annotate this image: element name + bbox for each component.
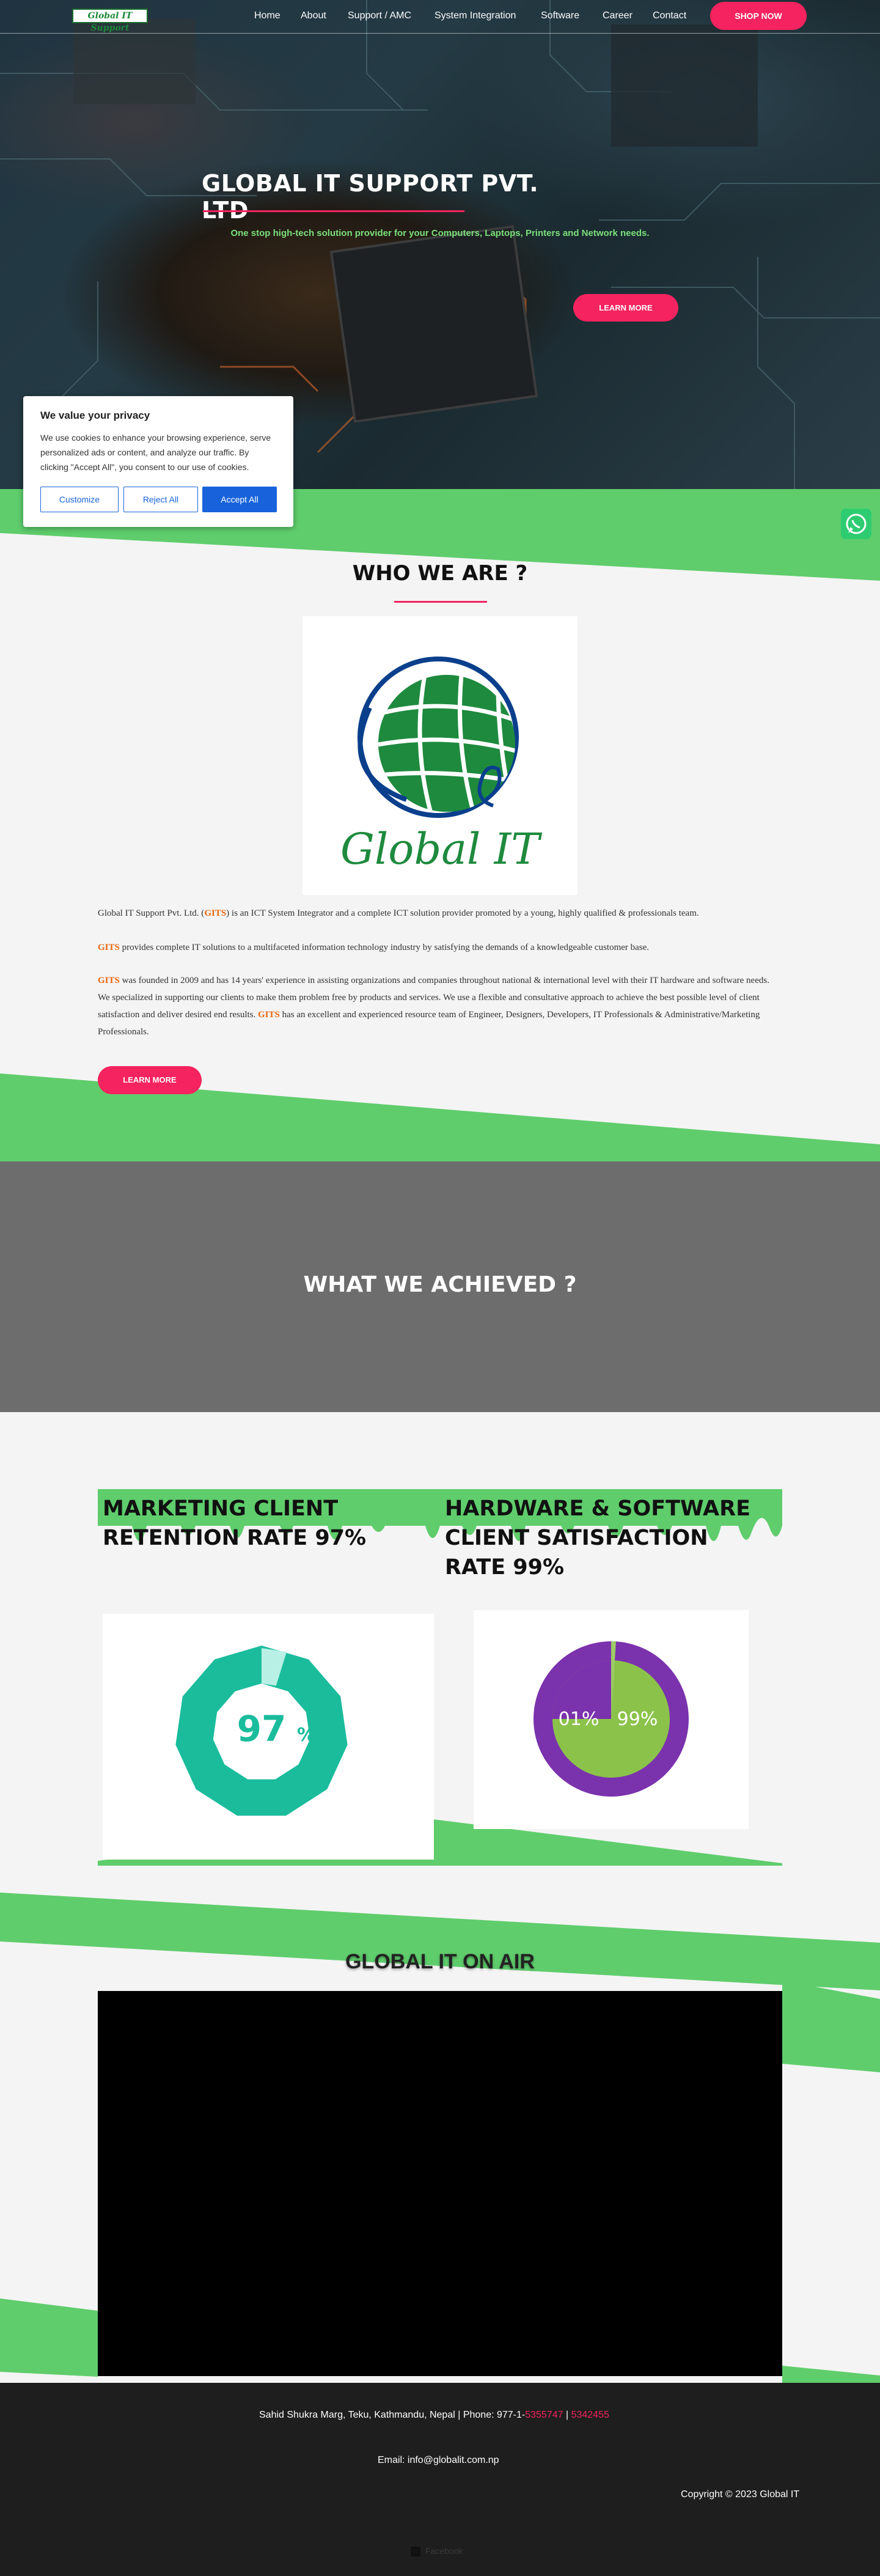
hero-learn-more-button[interactable]: LEARN MORE [573, 294, 678, 322]
footer-copyright: Copyright © 2023 Global IT [681, 2489, 800, 2500]
para2-text: provides complete IT solutions to a mult… [119, 943, 650, 952]
footer-facebook-link[interactable]: Facebook [425, 2546, 463, 2556]
who-underline [394, 601, 487, 603]
stat1-gauge: 97 % [175, 1646, 348, 1816]
stat2-card: 01% 99% [474, 1610, 749, 1829]
site-footer: Sahid Shukra Marg, Teku, Kathmandu, Nepa… [0, 2383, 880, 2576]
stat2-title: HARDWARE & SOFTWARE CLIENT SATISFACTION … [445, 1496, 750, 1580]
stat2-big-value: 99% [617, 1709, 658, 1730]
top-navigation: Global IT Support Home About Support / A… [0, 0, 880, 34]
company-logo-image: Global IT [302, 616, 578, 895]
stat1-value: 97 [237, 1708, 287, 1750]
cookie-accept-button[interactable]: Accept All [202, 487, 277, 512]
achievements-title: WHAT WE ACHIEVED ? [303, 1272, 577, 1297]
who-we-are-title: WHO WE ARE ? [352, 561, 528, 586]
whatsapp-chat-button[interactable] [841, 509, 871, 539]
nav-about[interactable]: About [301, 10, 326, 21]
shop-now-button[interactable]: SHOP NOW [710, 2, 807, 30]
who-paragraph-1: Global IT Support Pvt. Ltd. (GITS) is an… [98, 905, 782, 922]
hero-subtitle: One stop high-tech solution provider for… [230, 228, 650, 238]
para1-text-b: ) is an ICT System Integrator and a comp… [226, 908, 699, 918]
cookie-text: We use cookies to enhance your browsing … [40, 433, 271, 472]
globe-logo-icon: Global IT [340, 657, 542, 874]
nav-support-amc[interactable]: Support / AMC [348, 10, 411, 21]
who-learn-more-button[interactable]: LEARN MORE [98, 1066, 202, 1094]
logo-wordmark: Global IT [340, 824, 542, 874]
on-air-title: GLOBAL IT ON AIR [345, 1950, 535, 1973]
stat2-small-value: 01% [559, 1709, 600, 1730]
green-divider-air-bottom [782, 2366, 880, 2384]
cookie-title: We value your privacy [40, 410, 150, 421]
footer-address-text: Sahid Shukra Marg, Teku, Kathmandu, Nepa… [259, 2410, 526, 2420]
stat1-card: 97 % [103, 1614, 434, 1860]
hero-title: GLOBAL IT SUPPORT PVT. LTD [202, 170, 539, 224]
stat1-title: MARKETING CLIENT RETENTION RATE 97% [103, 1496, 367, 1550]
cookie-customize-button[interactable]: Customize [40, 487, 119, 512]
stat1-unit: % [297, 1724, 315, 1746]
brand-highlight: GITS [98, 943, 120, 952]
whatsapp-icon [846, 513, 867, 534]
facebook-icon[interactable] [411, 2547, 420, 2556]
green-divider-air-left [0, 2298, 98, 2377]
nav-home[interactable]: Home [254, 10, 280, 21]
hero-underline [203, 210, 464, 212]
brand-highlight: GITS [258, 1010, 280, 1020]
nav-software[interactable]: Software [541, 10, 579, 21]
who-paragraph-2: GITS provides complete IT solutions to a… [98, 939, 782, 956]
green-divider-air-top [0, 1893, 880, 1990]
nav-contact[interactable]: Contact [653, 10, 686, 21]
footer-separator: | [563, 2410, 571, 2420]
footer-address: Sahid Shukra Marg, Teku, Kathmandu, Nepa… [259, 2410, 626, 2421]
who-paragraph-3: GITS was founded in 2009 and has 14 year… [98, 972, 782, 1040]
footer-phone-1[interactable]: 5355747 [525, 2410, 563, 2420]
nav-career[interactable]: Career [603, 10, 632, 21]
stat2-gauge: 01% 99% [534, 1641, 689, 1797]
green-divider-air-right [782, 1981, 880, 2072]
brand-highlight: GITS [204, 908, 227, 918]
site-logo[interactable]: Global IT Support [72, 9, 148, 33]
nav-system-integration[interactable]: System Integration [435, 10, 516, 21]
footer-email[interactable]: Email: info@globalit.com.np [378, 2455, 499, 2466]
para1-text-a: Global IT Support Pvt. Ltd. ( [98, 908, 205, 918]
brand-highlight: GITS [98, 976, 120, 985]
footer-phone-2[interactable]: 5342455 [571, 2410, 609, 2420]
video-player[interactable] [98, 1991, 782, 2376]
cookie-reject-button[interactable]: Reject All [123, 487, 198, 512]
